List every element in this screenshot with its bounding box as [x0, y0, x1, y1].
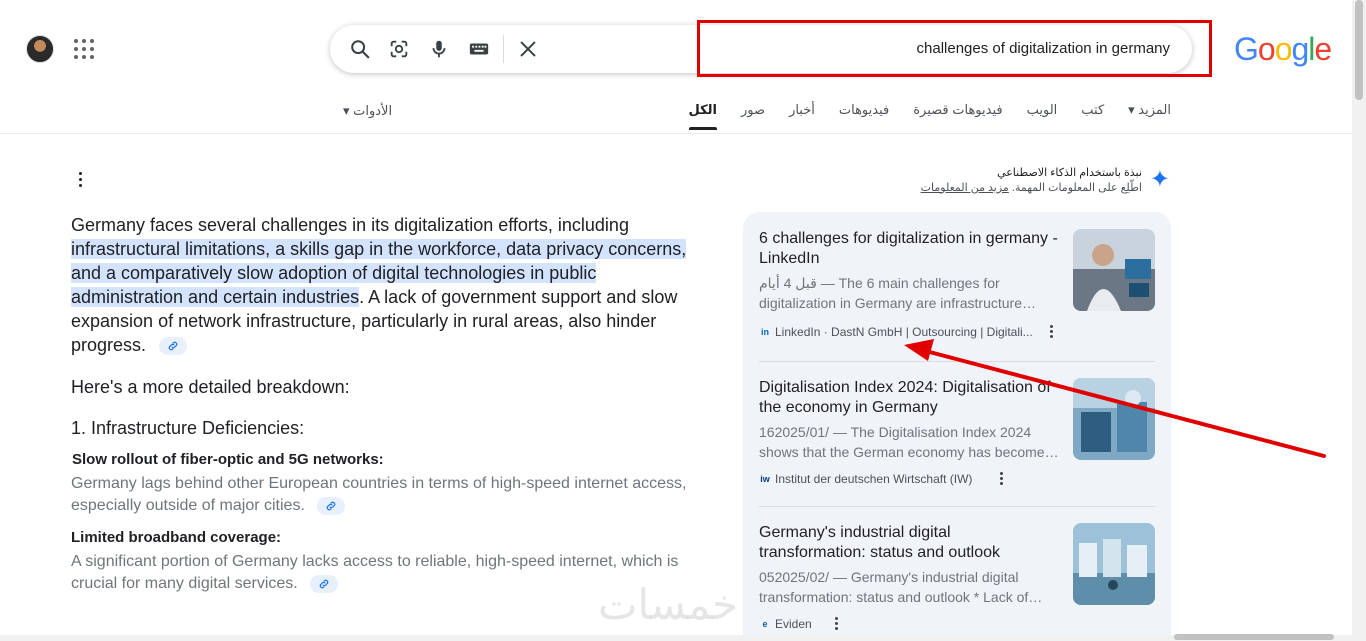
tools-button[interactable]: الأدوات ▾: [343, 103, 392, 119]
google-lens-icon[interactable]: [387, 37, 411, 61]
source-snippet: 162025/01/ — The Digitalisation Index 20…: [759, 424, 1059, 460]
source-link-chip[interactable]: [310, 574, 339, 593]
watermark: خمسات: [598, 580, 739, 629]
vertical-scroll-thumb[interactable]: [1355, 0, 1363, 100]
clear-icon[interactable]: [516, 37, 540, 61]
source-link-chip[interactable]: [159, 337, 188, 356]
tabs-divider: [0, 133, 1352, 134]
search-icon[interactable]: [348, 37, 372, 61]
source-card[interactable]: 6 challenges for digitalization in germa…: [759, 229, 1155, 359]
tab-books[interactable]: كتب: [1081, 102, 1104, 130]
horizontal-scrollbar[interactable]: [0, 635, 1352, 641]
vertical-scrollbar[interactable]: [1352, 0, 1366, 641]
breakdown-heading: Here's a more detailed breakdown:: [71, 377, 350, 397]
answer-lead: Germany faces several challenges in its …: [71, 215, 687, 356]
section-heading: 1. Infrastructure Deficiencies:: [71, 418, 305, 438]
item-text: Germany lags behind other European count…: [71, 475, 687, 515]
account-avatar[interactable]: [26, 35, 54, 63]
keyboard-icon[interactable]: [467, 37, 491, 61]
sparkle-icon: ✦: [1149, 166, 1170, 193]
source-divider: [759, 361, 1155, 362]
ai-overview-header: ✦ نبذة باستخدام الذكاء الاصطناعي اطّلِع …: [921, 165, 1170, 194]
source-thumbnail[interactable]: [1073, 523, 1155, 605]
source-snippet: قبل 4 أيام — The 6 main challenges for d…: [759, 275, 1037, 311]
tab-news[interactable]: أخبار: [789, 102, 815, 130]
ai-answer: Germany faces several challenges in its …: [71, 213, 699, 595]
source-more-icon[interactable]: [996, 472, 1006, 488]
ai-overview-subtitle: اطّلِع على المعلومات المهمة. مزيد من الم…: [920, 181, 1142, 194]
tab-videos[interactable]: فيديوهات: [839, 102, 889, 130]
iw-favicon-icon: iw: [760, 474, 770, 484]
source-snippet: 052025/02/ — Germany's industrial digita…: [759, 569, 1043, 605]
source-card[interactable]: Digitalisation Index 2024: Digitalisatio…: [759, 378, 1155, 508]
microphone-icon[interactable]: [427, 37, 451, 61]
source-title[interactable]: Germany's industrial digital transformat…: [759, 523, 1061, 563]
link-icon: [327, 501, 336, 511]
source-site[interactable]: iw Institut der deutschen Wirtschaft (IW…: [759, 472, 972, 486]
source-divider: [759, 506, 1155, 507]
source-site[interactable]: e Eviden: [759, 617, 811, 631]
link-icon: [168, 341, 178, 351]
source-more-icon[interactable]: [1046, 325, 1056, 341]
source-link-chip[interactable]: [317, 496, 346, 515]
source-site[interactable]: in LinkedIn · DastN GmbH | Outsourcing |…: [759, 325, 1033, 339]
tab-more[interactable]: المزيد ▾: [1128, 102, 1171, 130]
search-bar[interactable]: challenges of digitalization in germany: [330, 25, 1192, 73]
google-logo[interactable]: Google: [1234, 31, 1332, 68]
tab-short-videos[interactable]: فيديوهات قصيرة: [913, 102, 1002, 130]
source-more-icon[interactable]: [831, 617, 841, 633]
link-icon: [319, 579, 329, 589]
more-options-icon[interactable]: [73, 172, 87, 192]
sources-panel: 6 challenges for digitalization in germa…: [743, 212, 1171, 641]
source-card[interactable]: Germany's industrial digital transformat…: [759, 523, 1155, 641]
searchbar-divider: [503, 35, 504, 63]
apps-grid-icon[interactable]: [74, 39, 94, 59]
eviden-favicon-icon: e: [762, 619, 768, 629]
item-title: Limited broadband coverage:: [71, 529, 282, 546]
source-thumbnail[interactable]: [1073, 378, 1155, 460]
tab-web[interactable]: الويب: [1027, 102, 1058, 130]
search-tabs: الكل صور أخبار فيديوهات فيديوهات قصيرة ا…: [688, 102, 1171, 130]
source-title[interactable]: Digitalisation Index 2024: Digitalisatio…: [759, 378, 1061, 418]
linkedin-favicon-icon: in: [761, 327, 769, 337]
source-title[interactable]: 6 challenges for digitalization in germa…: [759, 229, 1061, 269]
ai-overview-title: نبذة باستخدام الذكاء الاصطناعي: [997, 166, 1142, 179]
horizontal-scroll-thumb[interactable]: [1174, 634, 1334, 640]
tab-images[interactable]: صور: [741, 102, 765, 130]
search-query-text[interactable]: challenges of digitalization in germany: [917, 40, 1170, 57]
source-thumbnail[interactable]: [1073, 229, 1155, 311]
item-title: Slow rollout of fiber-optic and 5G netwo…: [72, 451, 384, 468]
tab-all[interactable]: الكل: [688, 102, 717, 130]
learn-more-link[interactable]: مزيد من المعلومات: [921, 182, 1009, 194]
